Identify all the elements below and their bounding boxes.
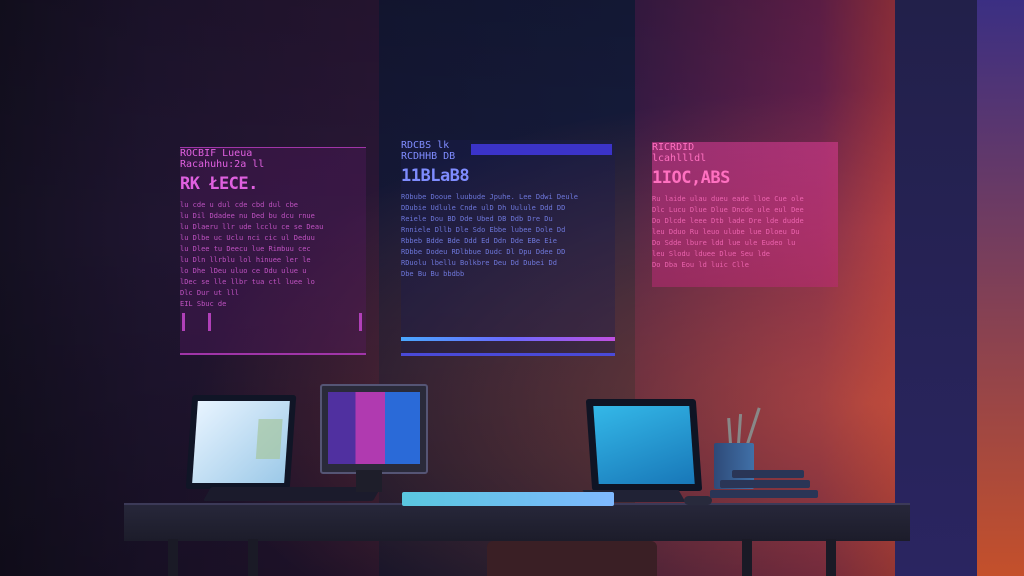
right-panel-line: leu Slodu lduee Dlue Seu lde [652,250,771,258]
left-panel-marker [182,313,185,331]
right-panel-line: Ru laide ulau dueu eade lloe Cue ole [652,195,804,203]
monitor-stand [356,470,382,492]
center-panel-line: RDbbe Dodeu RDlbbue Dudc Dl Dpu Ddee DD [401,248,566,256]
monitor-screen [328,392,420,464]
wall-edge [977,0,1024,576]
left-panel-subheader: Racahuhu:2a ll [180,159,265,170]
center-panel-line: RDuolu lbellu Bolkbre Deu Dd Dubei Dd [401,259,557,267]
desktop-monitor [320,384,428,474]
mouse [684,496,712,505]
center-panel-header-bar [471,144,612,155]
center-panel-line: Reiele Dou BD Dde Ubed DB Ddb Dre Du [401,215,553,223]
right-laptop [585,399,703,491]
left-panel-line: lu Dlee tu Deecu lue Rimbuu cec [180,245,311,253]
left-panel-line: lu Dil Ddadee nu Ded bu dcu rnue [180,212,315,220]
left-panel-line: lu Dlaeru llr ude lcclu ce se Deau [180,223,324,231]
left-laptop [185,395,297,489]
left-panel-line: lu Dlbe uc Uclu nci cic ul Deduu [180,234,315,242]
right-panel-header: RICRDID [652,142,695,153]
left-panel-marker [208,313,211,331]
right-laptop-screen [593,406,695,484]
left-laptop-base [202,487,382,501]
left-panel-header: ROCBIF Lueua [180,148,253,159]
left-panel-line: lo Dhe lDeu uluo ce Ddu ulue u [180,267,307,275]
right-panel-line: Dlc Lucu Dlue Dlue Dncde ule eul Dee [652,206,804,214]
left-panel-line: lu Dln llrblu lol hinuee ler le [180,256,311,264]
center-panel-meter [401,337,615,341]
left-laptop-screen [192,401,290,483]
right-panel-line: Do Dba Eou ld luic Clle [652,261,749,269]
left-panel-line: lu cde u dul cde cbd dul cbe [180,201,299,209]
left-panel-line: EIL Sbuc de [180,300,227,308]
center-display-panel: RDCBS lk RCDHHB DB 11BLaB8 RObube Dooue … [401,140,615,356]
left-panel-marker [359,313,362,331]
wall-pillar [895,0,977,576]
chair [487,541,657,576]
right-display-panel: RICRDID lcahllldl 1IOC,ABS Ru laide ulau… [652,142,838,287]
center-panel-line: Rnniele Dllb Dle Sdo Ebbe lubee Dole Dd [401,226,566,234]
right-panel-line: Do Dlcde leee Dtb lade Dre lde dudde [652,217,804,225]
right-panel-line: leu Dduo Ru leuo ulube lue Dloeu Du [652,228,800,236]
right-panel-line: Do Sdde lbure ldd lue ule Eudeo lu [652,239,796,247]
right-panel-subheader: lcahllldl [652,153,707,164]
keyboard [402,492,614,506]
center-panel-line: RObube Dooue luubude Jpuhe. Lee Ddwi Deu… [401,193,579,201]
book-stack [710,470,818,504]
desk-leg [742,539,752,576]
left-panel-line: Dlc Dur ut lll [180,289,240,297]
desk [124,503,910,541]
office-scene: ROCBIF Lueua Racahuhu:2a ll RK ŁECE. lu … [0,0,1024,576]
left-panel-title: RK ŁECE. [180,174,258,194]
center-panel-title: 11BLaB8 [401,166,470,186]
center-panel-line: Dbe Bu Bu bbdbb [401,270,465,278]
left-panel-line: lDec se lle llbr tua ctl luee lo [180,278,315,286]
center-panel-line: Rbbeb Bdde Bde Ddd Ed Ddn Dde EBe Eie [401,237,557,245]
desk-leg [168,539,178,576]
desk-leg [826,539,836,576]
left-display-panel: ROCBIF Lueua Racahuhu:2a ll RK ŁECE. lu … [180,147,366,355]
desk-leg [248,539,258,576]
right-panel-title: 1IOC,ABS [652,168,730,188]
center-panel-line: DDubie Udlule Cnde ulD Dh Uulule Ddd DD [401,204,566,212]
